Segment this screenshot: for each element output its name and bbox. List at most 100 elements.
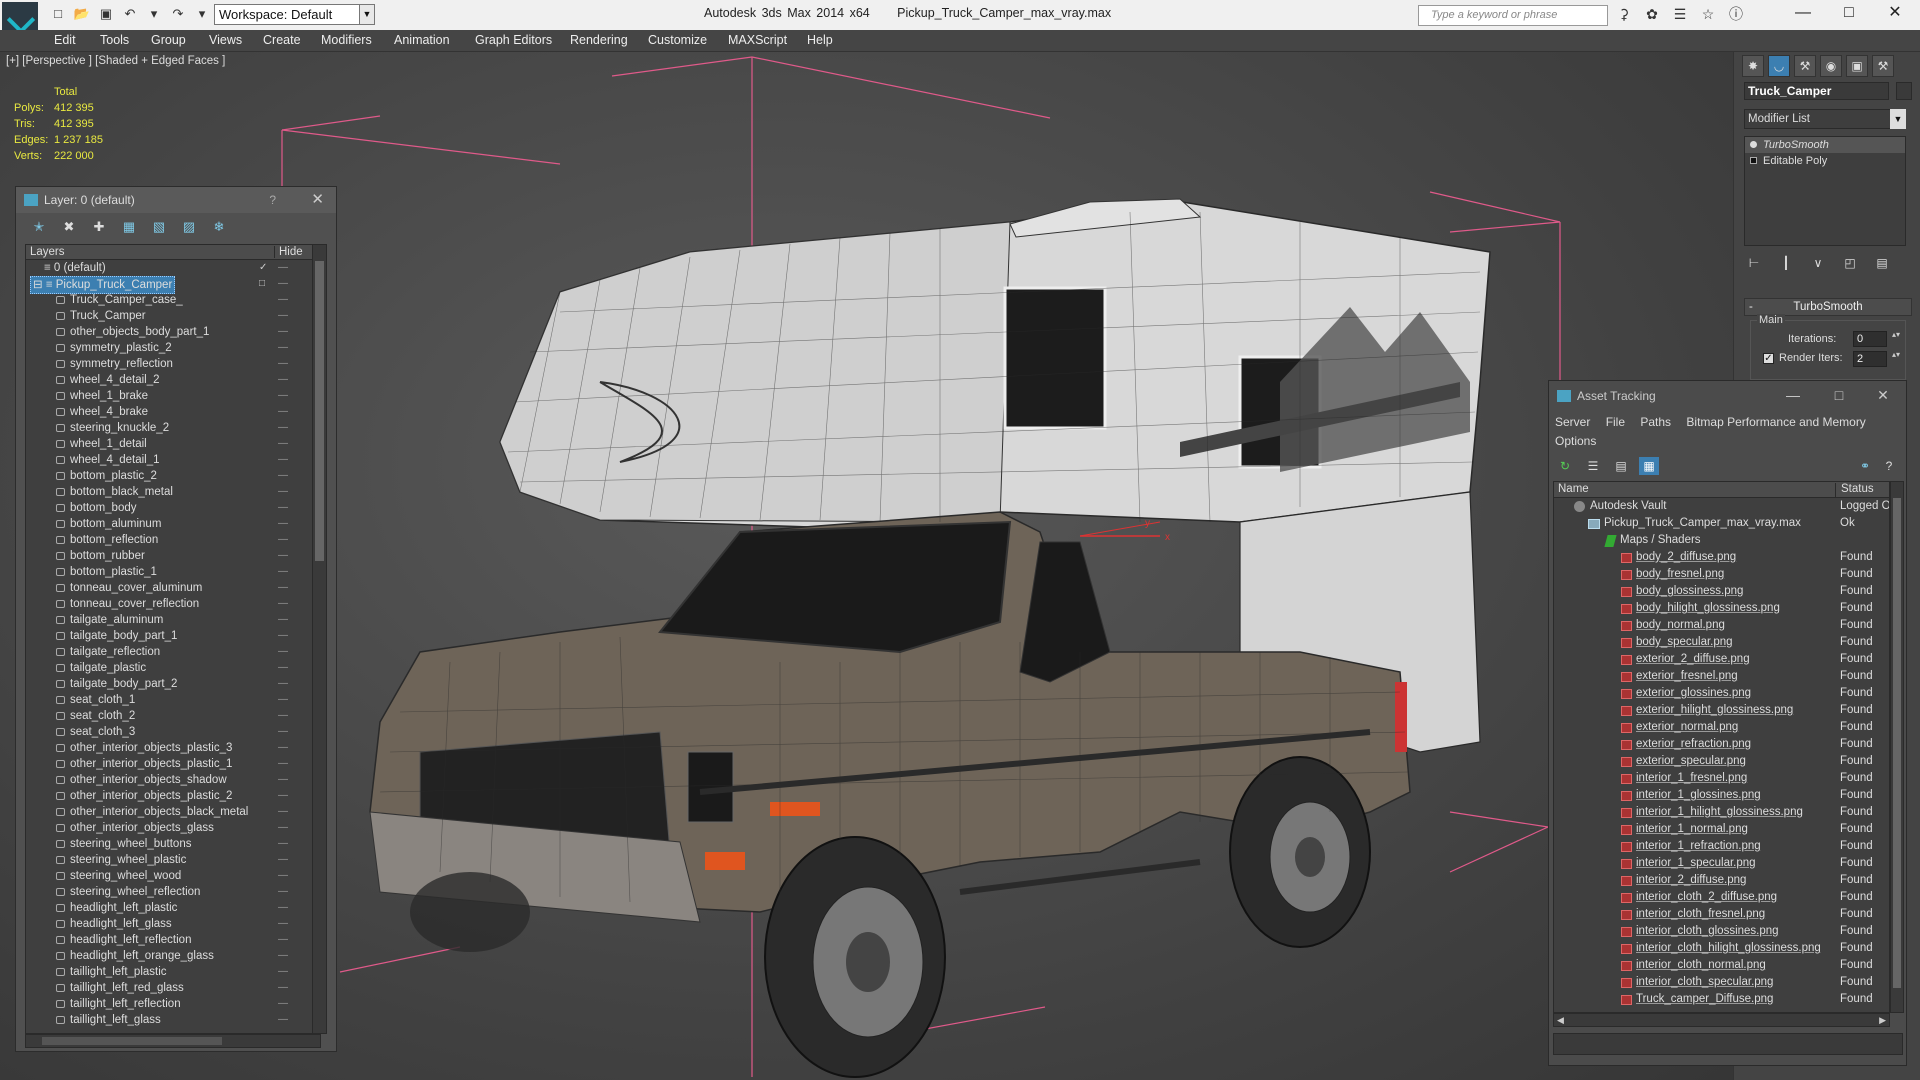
- workspace-dropdown[interactable]: Workspace: Default ▼: [214, 4, 375, 25]
- layer-object-row[interactable]: headlight_left_reflection —: [26, 932, 320, 948]
- layer-object-row[interactable]: tailgate_reflection —: [26, 644, 320, 660]
- asset-file-row[interactable]: interior_1_specular.png Found: [1554, 855, 1889, 872]
- layer-object-row[interactable]: bottom_rubber —: [26, 548, 320, 564]
- layer-object-row[interactable]: other_interior_objects_black_metal —: [26, 804, 320, 820]
- maximize-button[interactable]: □: [1819, 381, 1859, 411]
- chevron-down-icon[interactable]: ▼: [1890, 109, 1906, 129]
- scroll-thumb[interactable]: [1893, 498, 1901, 988]
- chevron-down-icon[interactable]: ▼: [359, 4, 375, 25]
- remove-modifier-icon[interactable]: ◰: [1840, 254, 1860, 272]
- help-icon[interactable]: ⓘ: [1726, 5, 1746, 23]
- menu-modifiers[interactable]: Modifiers: [321, 33, 372, 47]
- layer-object-row[interactable]: wheel_4_detail_1 —: [26, 452, 320, 468]
- render-iters-checkbox[interactable]: ✓: [1763, 353, 1774, 364]
- menu-maxscript[interactable]: MAXScript: [728, 33, 787, 47]
- scroll-right-icon[interactable]: ▶: [1879, 1015, 1886, 1026]
- layer-object-row[interactable]: steering_wheel_reflection —: [26, 884, 320, 900]
- layer-object-row[interactable]: tailgate_body_part_1 —: [26, 628, 320, 644]
- highlight-layer-icon[interactable]: ▧: [150, 219, 168, 235]
- hide-toggle[interactable]: —: [278, 596, 288, 612]
- menu-help[interactable]: Help: [807, 33, 833, 47]
- asset-file-row[interactable]: body_fresnel.png Found: [1554, 566, 1889, 583]
- asset-row-maps-group[interactable]: Maps / Shaders: [1554, 532, 1889, 549]
- hide-toggle[interactable]: —: [278, 308, 288, 324]
- scroll-left-icon[interactable]: ◀: [1557, 1015, 1564, 1026]
- scroll-thumb[interactable]: [42, 1037, 222, 1045]
- asset-file-row[interactable]: exterior_hilight_glossiness.png Found: [1554, 702, 1889, 719]
- hide-toggle[interactable]: —: [278, 676, 288, 692]
- asset-file-row[interactable]: interior_1_refraction.png Found: [1554, 838, 1889, 855]
- col-layers[interactable]: Layers: [30, 246, 65, 258]
- stack-item-turbosmooth[interactable]: TurboSmooth: [1745, 137, 1905, 153]
- collapse-icon[interactable]: -: [1749, 299, 1753, 315]
- asset-file-row[interactable]: body_glossiness.png Found: [1554, 583, 1889, 600]
- make-unique-icon[interactable]: ∨: [1808, 254, 1828, 272]
- layer-object-row[interactable]: other_interior_objects_plastic_1 —: [26, 756, 320, 772]
- hide-toggle[interactable]: —: [278, 276, 288, 292]
- layer-list[interactable]: Layers Hide ≡ 0 (default) ✓ — ⊟ ≡ Pickup…: [25, 244, 321, 1034]
- create-tab-icon[interactable]: ✸: [1742, 55, 1764, 77]
- layer-object-row[interactable]: tailgate_body_part_2 —: [26, 676, 320, 692]
- layer-object-row[interactable]: taillight_left_red_glass —: [26, 980, 320, 996]
- iterations-spinner[interactable]: 0: [1853, 330, 1900, 347]
- asset-file-row[interactable]: interior_cloth_fresnel.png Found: [1554, 906, 1889, 923]
- modifier-list-dropdown[interactable]: Modifier List ▼: [1744, 109, 1906, 129]
- scroll-thumb[interactable]: [315, 261, 324, 561]
- hide-toggle[interactable]: —: [278, 580, 288, 596]
- light-bulb-icon[interactable]: [1750, 141, 1757, 148]
- asset-file-row[interactable]: exterior_refraction.png Found: [1554, 736, 1889, 753]
- hide-toggle[interactable]: —: [278, 900, 288, 916]
- hide-toggle[interactable]: —: [278, 948, 288, 964]
- asset-row-scene[interactable]: Pickup_Truck_Camper_max_vray.max Ok: [1554, 515, 1889, 532]
- close-button[interactable]: ✕: [1872, 0, 1918, 28]
- asset-file-row[interactable]: interior_1_normal.png Found: [1554, 821, 1889, 838]
- asset-file-row[interactable]: body_specular.png Found: [1554, 634, 1889, 651]
- asset-file-row[interactable]: interior_cloth_normal.png Found: [1554, 957, 1889, 974]
- select-objects-icon[interactable]: ▦: [120, 219, 138, 235]
- col-status[interactable]: Status: [1835, 483, 1874, 498]
- hide-toggle[interactable]: —: [278, 964, 288, 980]
- viewport-label[interactable]: [+] [Perspective ] [Shaded + Edged Faces…: [6, 55, 225, 67]
- asset-file-row[interactable]: body_2_diffuse.png Found: [1554, 549, 1889, 566]
- redo-dropdown-icon[interactable]: ▾: [192, 5, 212, 23]
- modifier-stack[interactable]: TurboSmooth Editable Poly: [1744, 136, 1906, 246]
- hide-toggle[interactable]: —: [278, 484, 288, 500]
- hide-toggle[interactable]: —: [278, 420, 288, 436]
- asset-file-row[interactable]: exterior_2_diffuse.png Found: [1554, 651, 1889, 668]
- close-icon[interactable]: ✕: [311, 187, 324, 213]
- layer-object-row[interactable]: wheel_1_detail —: [26, 436, 320, 452]
- hide-toggle[interactable]: —: [278, 692, 288, 708]
- freeze-all-icon[interactable]: ❄: [210, 219, 228, 235]
- hide-toggle[interactable]: —: [278, 980, 288, 996]
- hide-toggle[interactable]: —: [278, 612, 288, 628]
- object-name-field[interactable]: Truck_Camper: [1744, 82, 1889, 100]
- hide-toggle[interactable]: —: [278, 324, 288, 340]
- menu-customize[interactable]: Customize: [648, 33, 707, 47]
- layer-object-row[interactable]: seat_cloth_2 —: [26, 708, 320, 724]
- menu-server[interactable]: Server: [1555, 415, 1590, 429]
- maximize-button[interactable]: □: [1826, 0, 1872, 28]
- minimize-button[interactable]: —: [1780, 0, 1826, 28]
- delete-layer-icon[interactable]: ✖: [60, 219, 78, 235]
- layer-object-row[interactable]: taillight_left_reflection —: [26, 996, 320, 1012]
- asset-file-row[interactable]: body_hilight_glossiness.png Found: [1554, 600, 1889, 617]
- hide-toggle[interactable]: —: [278, 772, 288, 788]
- new-file-icon[interactable]: □: [48, 5, 68, 23]
- hide-toggle[interactable]: —: [278, 868, 288, 884]
- layer-object-row[interactable]: steering_wheel_plastic —: [26, 852, 320, 868]
- help-button[interactable]: ?: [269, 187, 276, 213]
- hide-toggle[interactable]: —: [278, 788, 288, 804]
- hide-all-icon[interactable]: ▨: [180, 219, 198, 235]
- asset-file-row[interactable]: exterior_specular.png Found: [1554, 753, 1889, 770]
- utilities-tab-icon[interactable]: ⚒: [1872, 55, 1894, 77]
- hide-toggle[interactable]: —: [278, 852, 288, 868]
- layer-object-row[interactable]: taillight_left_glass —: [26, 1012, 320, 1028]
- layer-object-row[interactable]: bottom_black_metal —: [26, 484, 320, 500]
- layer-object-row[interactable]: seat_cloth_3 —: [26, 724, 320, 740]
- layer-object-row[interactable]: bottom_plastic_2 —: [26, 468, 320, 484]
- hide-toggle[interactable]: —: [278, 724, 288, 740]
- hide-toggle[interactable]: —: [278, 740, 288, 756]
- asset-path-field[interactable]: [1553, 1033, 1903, 1055]
- hide-toggle[interactable]: —: [278, 932, 288, 948]
- undo-icon[interactable]: ↶: [120, 5, 140, 23]
